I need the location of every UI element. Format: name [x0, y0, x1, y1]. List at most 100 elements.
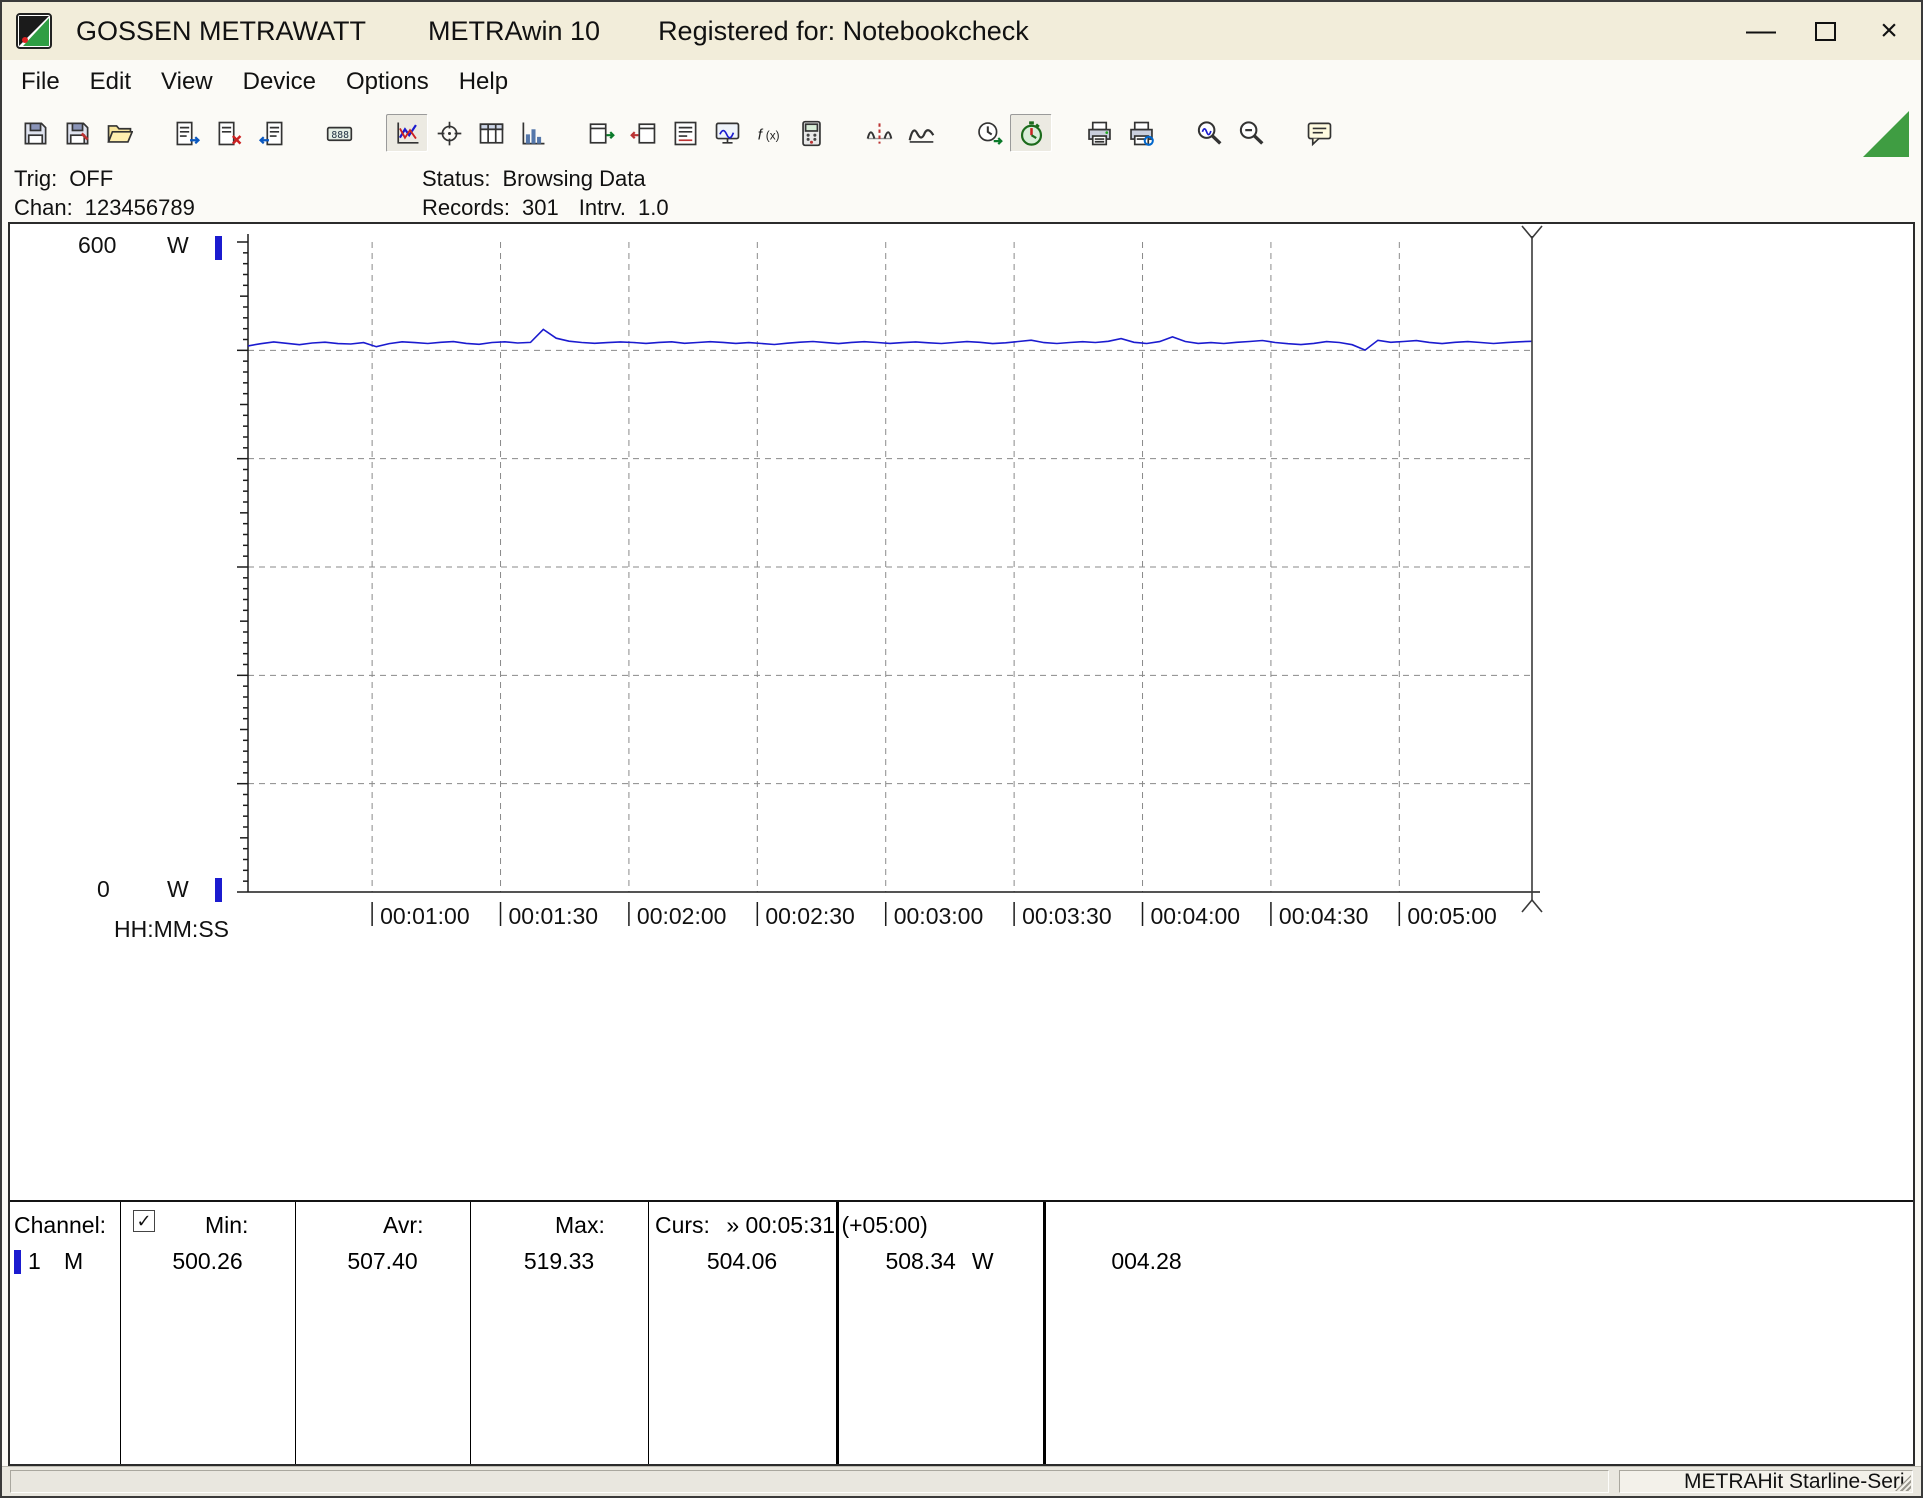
online-monitor-button[interactable] — [706, 114, 748, 152]
title-brand: GOSSEN METRAWATT — [76, 15, 366, 46]
channel-visibility-checkbox[interactable]: ✓ — [133, 1210, 155, 1232]
protocol-button[interactable] — [664, 114, 706, 152]
trigger-channel-block: Trig: OFF Chan: 123456789 — [14, 164, 195, 222]
cursor-tool-button[interactable] — [428, 114, 470, 152]
save-as-button[interactable] — [56, 114, 98, 152]
timer-icon — [1018, 120, 1045, 147]
floppy2-icon — [64, 120, 91, 147]
doc-out-icon — [174, 120, 201, 147]
device-icon — [798, 120, 825, 147]
menu-device[interactable]: Device — [228, 65, 331, 99]
menu-edit[interactable]: Edit — [75, 65, 146, 99]
delete-data-button[interactable] — [208, 114, 250, 152]
print-button[interactable] — [1078, 114, 1120, 152]
save-button[interactable] — [14, 114, 56, 152]
split-curve-button[interactable] — [858, 114, 900, 152]
x-tick-label: 00:01:30 — [509, 903, 599, 929]
minimize-button[interactable]: — — [1729, 2, 1793, 60]
pane-splitter-icon[interactable] — [1863, 111, 1909, 157]
statusbar-device-panel: METRAHit Starline-Seri — [1619, 1470, 1913, 1493]
histogram-view-button[interactable] — [512, 114, 554, 152]
trig-value: OFF — [69, 165, 114, 191]
linechart-icon — [394, 120, 421, 147]
chart-trace-channel-1 — [247, 328, 1533, 352]
record-timer-button[interactable] — [1010, 114, 1052, 152]
trig-label: Trig: — [14, 165, 58, 191]
y-unit-top-label: W — [167, 232, 189, 258]
table-divider — [648, 1202, 649, 1464]
maximize-button[interactable] — [1793, 2, 1857, 60]
numeric-display-button[interactable] — [318, 114, 360, 152]
device-name: METRAHit Starline-Seri — [1684, 1469, 1905, 1493]
zoom-wave-icon — [1196, 120, 1223, 147]
monitor-icon — [714, 120, 741, 147]
menu-view[interactable]: View — [146, 65, 228, 99]
menu-options[interactable]: Options — [331, 65, 444, 99]
records-value: 301 — [522, 194, 559, 220]
y-min-label: 0 — [97, 876, 110, 902]
min-column-header: Min: — [205, 1212, 249, 1238]
title-app-name: METRAwin 10 — [428, 15, 601, 46]
x-tick-label: 00:02:30 — [765, 903, 855, 929]
status-bar: METRAHit Starline-Seri — [2, 1466, 1921, 1496]
protocol-icon — [672, 120, 699, 147]
toolbar-group — [386, 114, 554, 152]
cursor-bottom-handle[interactable] — [1521, 899, 1543, 913]
toolbar — [2, 104, 1921, 162]
export-data-button[interactable] — [166, 114, 208, 152]
channel1-scale-marker-bottom[interactable] — [215, 878, 222, 902]
cursor-column-header: Curs: » 00:05:31 (+05:00) — [655, 1212, 928, 1239]
clock-out-icon — [976, 120, 1003, 147]
envelope-curve-button[interactable] — [900, 114, 942, 152]
power-chart[interactable]: 00:01:00 00:01:30 00:02:00 00:02:30 00:03:00… — [10, 224, 1913, 974]
zoom-in-button[interactable] — [1188, 114, 1230, 152]
cursor-header-label: Curs: — [655, 1212, 710, 1238]
toolbar-group — [1188, 114, 1272, 152]
toolbar-groups — [14, 114, 1366, 152]
chart-view-button[interactable] — [386, 114, 428, 152]
fx-icon — [756, 120, 783, 147]
wave-icon — [908, 120, 935, 147]
open-file-button[interactable] — [98, 114, 140, 152]
menu-file[interactable]: File — [6, 65, 75, 99]
wave-cut-icon — [866, 120, 893, 147]
formula-button[interactable] — [748, 114, 790, 152]
channel-column-header: Channel: — [14, 1212, 107, 1238]
toolbar-group — [14, 114, 140, 152]
device-display-button[interactable] — [790, 114, 832, 152]
channel1-scale-marker-top[interactable] — [215, 236, 222, 260]
cursor2-unit: W — [971, 1248, 994, 1274]
close-button[interactable]: × — [1857, 2, 1921, 60]
toolbar-group — [858, 114, 942, 152]
zoom-out-button[interactable] — [1230, 114, 1272, 152]
annotation-button[interactable] — [1298, 114, 1340, 152]
doc-in-icon — [258, 120, 285, 147]
max-value: 519.33 — [523, 1248, 595, 1274]
time-sync-button[interactable] — [968, 114, 1010, 152]
channel-number: 1 — [28, 1248, 41, 1274]
statusbar-message-area — [10, 1470, 1609, 1493]
read-device-button[interactable] — [580, 114, 622, 152]
status-records-block: Status: Browsing Data Records: 301 Intrv… — [422, 164, 669, 222]
chart-area[interactable]: 00:01:00 00:01:30 00:02:00 00:02:30 00:03:00… — [10, 224, 1913, 1200]
toolbar-group — [580, 114, 832, 152]
import-data-button[interactable] — [250, 114, 292, 152]
status-panel: Trig: OFF Chan: 123456789 Status: Browsi… — [2, 162, 1921, 222]
app-logo-icon — [16, 13, 52, 49]
content-box: 00:01:00 00:01:30 00:02:00 00:02:30 00:03:00… — [8, 222, 1915, 1466]
intrv-label: Intrv. — [578, 194, 627, 220]
toolbar-group — [968, 114, 1052, 152]
toolbar-group — [1298, 114, 1340, 152]
folder-icon — [106, 120, 133, 147]
table-view-button[interactable] — [470, 114, 512, 152]
x-tick-label: 00:05:00 — [1407, 903, 1497, 929]
win-in-icon — [630, 120, 657, 147]
toolbar-group — [166, 114, 292, 152]
notes-icon — [1306, 120, 1333, 147]
print-preview-button[interactable] — [1120, 114, 1162, 152]
avr-value: 507.40 — [347, 1248, 418, 1274]
menu-help[interactable]: Help — [444, 65, 523, 99]
hist-icon — [520, 120, 547, 147]
table-divider — [470, 1202, 471, 1464]
write-device-button[interactable] — [622, 114, 664, 152]
